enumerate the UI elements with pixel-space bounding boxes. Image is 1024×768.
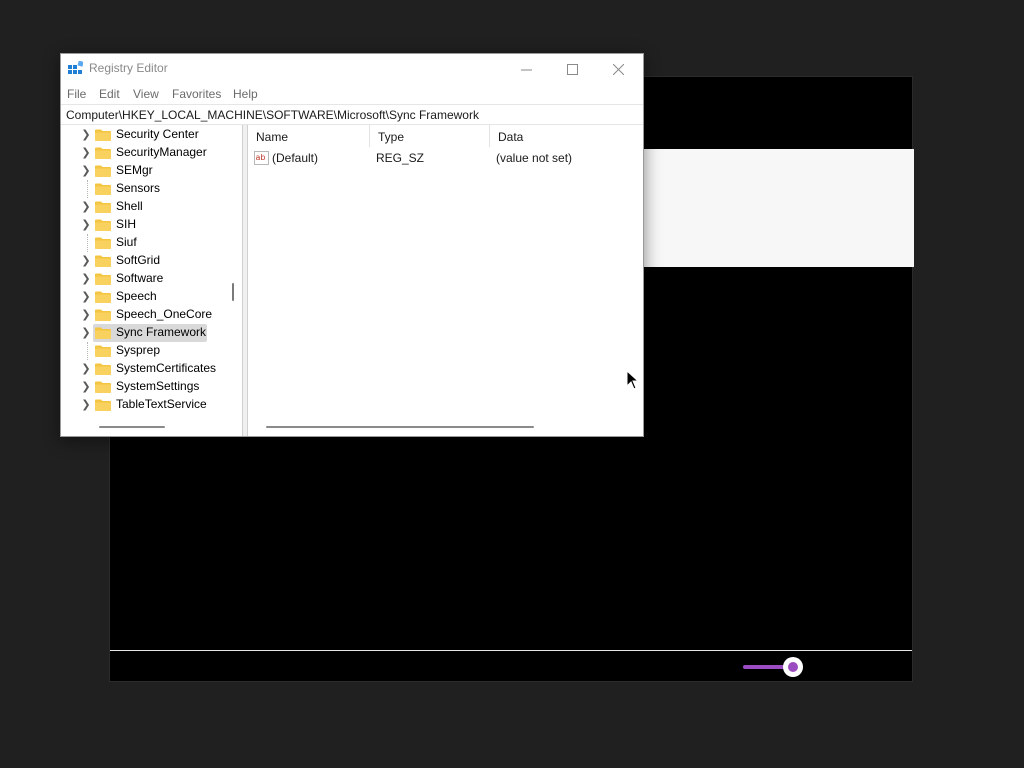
- window-title: Registry Editor: [89, 61, 168, 75]
- chevron-right-icon[interactable]: ❯: [81, 398, 91, 412]
- chevron-right-icon[interactable]: ❯: [81, 380, 91, 394]
- menu-favorites[interactable]: Favorites: [172, 87, 221, 101]
- tree-item[interactable]: ❯ Sync Framework: [61, 324, 231, 342]
- folder-icon: [95, 147, 111, 159]
- chevron-right-icon[interactable]: ❯: [81, 326, 91, 340]
- tree-item-label: TableTextService: [116, 397, 207, 411]
- tree-vertical-scrollbar[interactable]: [232, 283, 234, 301]
- minimize-button[interactable]: [503, 54, 549, 84]
- folder-icon: [95, 399, 111, 411]
- menu-help[interactable]: Help: [233, 87, 258, 101]
- registry-editor-window: Registry Editor File Edit View Favorites…: [60, 53, 644, 437]
- chevron-right-icon[interactable]: ❯: [81, 362, 91, 376]
- volume-slider-thumb[interactable]: [783, 657, 803, 677]
- chevron-right-icon[interactable]: ❯: [81, 254, 91, 268]
- tree-item-label: Sysprep: [116, 343, 161, 357]
- tree-item[interactable]: ❯ TableTextService: [61, 396, 231, 414]
- folder-icon: [95, 165, 111, 177]
- folder-icon: [95, 345, 111, 357]
- tree-item[interactable]: ❯ Speech: [61, 288, 231, 306]
- chevron-right-icon[interactable]: ❯: [81, 218, 91, 232]
- tree-item-label: Siuf: [116, 235, 137, 249]
- close-button[interactable]: [595, 54, 641, 84]
- tree-item-label: SoftGrid: [116, 253, 161, 267]
- column-header-type[interactable]: Type: [370, 125, 490, 147]
- background-panel: [644, 149, 914, 267]
- value-name[interactable]: (Default): [272, 151, 318, 165]
- tree-item[interactable]: ❯ SecurityManager: [61, 144, 231, 162]
- folder-icon: [95, 129, 111, 141]
- tree-connector: [87, 234, 89, 252]
- tree-item[interactable]: Sensors: [61, 180, 231, 198]
- folder-icon: [95, 237, 111, 249]
- menu-view[interactable]: View: [133, 87, 159, 101]
- chevron-right-icon[interactable]: ❯: [81, 146, 91, 160]
- value-data: (value not set): [496, 151, 573, 165]
- svg-text:ab: ab: [256, 153, 266, 162]
- values-list-pane[interactable]: Name Type Data ab (Default) REG_SZ (valu…: [247, 125, 643, 436]
- tree-item-label: Speech_OneCore: [116, 307, 213, 321]
- folder-icon: [95, 255, 111, 267]
- column-header-name[interactable]: Name: [248, 125, 370, 147]
- folder-icon: [95, 273, 111, 285]
- tree-item[interactable]: ❯ SystemSettings: [61, 378, 231, 396]
- tree-item[interactable]: Sysprep: [61, 342, 231, 360]
- title-bar[interactable]: Registry Editor: [61, 54, 643, 84]
- tree-item[interactable]: ❯ SystemCertificates: [61, 360, 231, 378]
- chevron-right-icon[interactable]: ❯: [81, 290, 91, 304]
- chevron-right-icon[interactable]: ❯: [81, 128, 91, 142]
- registry-editor-icon: [68, 61, 83, 74]
- menu-file[interactable]: File: [67, 87, 86, 101]
- chevron-right-icon[interactable]: ❯: [81, 308, 91, 322]
- tree-item-label: Software: [116, 271, 164, 285]
- tree-item-label: SystemSettings: [116, 379, 200, 393]
- tree-item[interactable]: ❯ SoftGrid: [61, 252, 231, 270]
- tree-item-label: SystemCertificates: [116, 361, 217, 375]
- tree-item-label: Speech: [116, 289, 157, 303]
- close-icon: [612, 63, 624, 75]
- values-horizontal-scrollbar[interactable]: [266, 426, 534, 428]
- folder-icon: [95, 291, 111, 303]
- background-divider: [110, 650, 912, 651]
- maximize-icon: [566, 63, 578, 75]
- tree-item-label: Security Center: [116, 127, 199, 141]
- tree-item-label: Sensors: [116, 181, 161, 195]
- tree-item-label: Sync Framework: [116, 325, 207, 339]
- tree-item[interactable]: ❯ Shell: [61, 198, 231, 216]
- folder-icon: [95, 201, 111, 213]
- key-tree-pane[interactable]: ❯ Security Center ❯ SecurityManager ❯ SEMgr Se…: [61, 125, 243, 436]
- value-type: REG_SZ: [376, 151, 425, 165]
- folder-icon: [95, 219, 111, 231]
- string-value-icon: ab: [254, 151, 269, 165]
- menu-edit[interactable]: Edit: [99, 87, 120, 101]
- tree-item[interactable]: ❯ Security Center: [61, 126, 231, 144]
- tree-item[interactable]: ❯ Software: [61, 270, 231, 288]
- minimize-icon: [520, 69, 532, 70]
- tree-item-label: SecurityManager: [116, 145, 207, 159]
- folder-icon: [95, 327, 111, 339]
- maximize-button[interactable]: [549, 54, 595, 84]
- tree-item[interactable]: ❯ Speech_OneCore: [61, 306, 231, 324]
- tree-item-label: SIH: [116, 217, 137, 231]
- folder-icon: [95, 183, 111, 195]
- tree-item[interactable]: Siuf: [61, 234, 231, 252]
- folder-icon: [95, 309, 111, 321]
- tree-item-label: Shell: [116, 199, 143, 213]
- tree-horizontal-scrollbar[interactable]: [99, 426, 165, 428]
- menu-bar: File Edit View Favorites Help: [61, 84, 643, 104]
- folder-icon: [95, 363, 111, 375]
- chevron-right-icon[interactable]: ❯: [81, 200, 91, 214]
- tree-item-label: SEMgr: [116, 163, 153, 177]
- tree-connector: [87, 180, 89, 198]
- folder-icon: [95, 381, 111, 393]
- tree-connector: [87, 342, 89, 360]
- address-path[interactable]: Computer\HKEY_LOCAL_MACHINE\SOFTWARE\Mic…: [66, 108, 479, 122]
- mouse-cursor-icon: [626, 370, 640, 390]
- column-header-data[interactable]: Data: [490, 125, 643, 147]
- tree-item[interactable]: ❯ SIH: [61, 216, 231, 234]
- tree-item[interactable]: ❯ SEMgr: [61, 162, 231, 180]
- chevron-right-icon[interactable]: ❯: [81, 272, 91, 286]
- chevron-right-icon[interactable]: ❯: [81, 164, 91, 178]
- address-bar[interactable]: Computer\HKEY_LOCAL_MACHINE\SOFTWARE\Mic…: [61, 104, 643, 125]
